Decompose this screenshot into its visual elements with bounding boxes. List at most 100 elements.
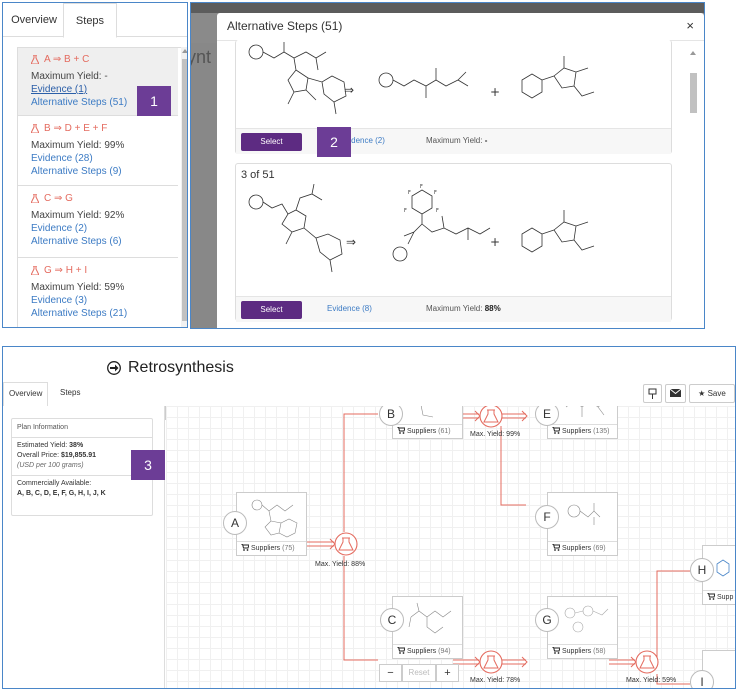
zoom-in-button[interactable]: + [436,664,459,682]
reaction-node[interactable] [334,532,358,556]
plan-information-header: Plan Information [12,419,152,438]
route-canvas[interactable]: Max. Yield: 88% Max. Yield: 99% Max. Yie… [166,406,735,688]
flask-icon [31,124,39,133]
scroll-thumb[interactable] [182,59,187,321]
step-yield: Maximum Yield: - [31,71,108,82]
scroll-up-arrow-icon[interactable] [690,51,696,55]
cart-icon [552,427,560,434]
suppliers-count: (94) [438,648,451,655]
node-label-c: C [380,608,404,632]
select-button[interactable]: Select [241,301,302,319]
suppliers-count: (61) [438,428,451,435]
reaction-node[interactable] [479,650,503,674]
max-yield-label: Maximum Yield: [426,304,483,313]
pin-icon[interactable] [643,384,662,403]
save-label: Save [707,389,726,398]
evidence-link[interactable]: Evidence (28) [31,152,178,165]
max-yield-label: Max. Yield: 59% [626,677,677,684]
node-label-f: F [535,505,559,529]
reaction-node[interactable] [479,406,503,428]
reaction-scheme: ⇒ + [248,42,595,115]
modal-scrollbar[interactable] [688,43,698,328]
email-icon[interactable] [665,384,686,403]
overall-price-value: $19,855.91 [60,452,97,459]
suppliers-count: (135) [593,428,610,435]
zoom-out-button[interactable]: − [379,664,402,682]
tab-overview[interactable]: Overview [3,382,49,406]
step-reaction-text: C ⇒ G [44,193,73,204]
suppliers-label: Supp [717,594,734,601]
star-icon: ★ [698,389,706,398]
alternative-steps-link[interactable]: Alternative Steps (21) [31,307,178,320]
suppliers-link[interactable]: Suppliers (135) [548,424,617,438]
close-icon[interactable]: × [686,18,694,33]
tab-steps[interactable]: Steps [63,3,117,38]
select-button[interactable]: Select [241,133,302,151]
suppliers-count: (75) [282,545,295,552]
step-yield: Maximum Yield: 99% [31,140,125,151]
reaction-arrow: ⇒ [344,83,354,97]
suppliers-label: Suppliers [407,648,437,655]
cart-icon [552,647,560,654]
suppliers-link[interactable]: Suppliers (61) [393,424,462,438]
suppliers-label: Suppliers [562,428,592,435]
max-yield-label: Maximum Yield: [426,136,483,145]
molecule-card-f[interactable]: Suppliers (69) [547,492,618,556]
step-reaction-text: B ⇒ D + E + F [44,123,108,134]
card-footer: Select Evidence (8) Maximum Yield: 88% [236,296,671,322]
step-yield: Maximum Yield: 92% [31,210,125,221]
cart-icon [552,544,560,551]
card-footer: Select Evidence (2) Maximum Yield: - [236,128,671,154]
alternative-steps-link[interactable]: Alternative Steps (9) [31,165,178,178]
callout-badge: 2 [317,127,351,157]
plus-sign: + [490,235,500,249]
molecule-structure [420,406,434,418]
tab-steps[interactable]: Steps [55,382,85,406]
save-button[interactable]: ★ Save [689,384,735,403]
step-item[interactable]: G ⇒ H + I Maximum Yield: 59% Evidence (3… [18,259,178,327]
evidence-link[interactable]: Evidence (8) [327,304,372,313]
alternative-step-card: 3 of 51 ⇒ FFFFF + Select Evidence (8) Ma… [235,163,672,322]
molecule-card-g[interactable]: Suppliers (58) [547,596,618,659]
node-label-a: A [223,511,247,535]
suppliers-link[interactable]: Suppliers (94) [393,644,462,658]
max-yield-value: - [484,136,488,145]
callout-badge: 3 [131,450,165,480]
step-reaction-text: A ⇒ B + C [44,54,90,65]
step-item[interactable]: B ⇒ D + E + F Maximum Yield: 99% Evidenc… [18,117,178,186]
screenshot-root: Overview Steps A ⇒ B + C Maximum Yield: … [0,0,740,692]
alternative-steps-link[interactable]: Alternative Steps (6) [31,235,178,248]
step-reaction: G ⇒ H + I [31,264,178,277]
plus-sign: + [490,85,500,99]
suppliers-link[interactable]: Suppliers (69) [548,541,617,555]
background-header [191,3,704,13]
max-yield: Maximum Yield: - [426,136,487,145]
node-label-g: G [535,608,559,632]
suppliers-link[interactable]: Suppliers (75) [237,541,306,555]
cart-icon [397,427,405,434]
flask-icon [31,266,39,275]
reset-zoom-button[interactable]: Reset [402,664,436,682]
svg-text:F: F [404,208,407,214]
max-yield-value: 88% [484,304,501,313]
step-item[interactable]: C ⇒ G Maximum Yield: 92% Evidence (2) Al… [18,187,178,258]
cart-icon [241,544,249,551]
max-yield-label: Max. Yield: 99% [470,431,521,438]
tab-overview[interactable]: Overview [6,3,62,38]
suppliers-link[interactable]: Supp [703,590,735,604]
max-yield: Maximum Yield: 88% [426,304,501,313]
callout-badge: 1 [137,86,171,116]
step-reaction-text: G ⇒ H + I [44,265,88,276]
reaction-node[interactable] [635,650,659,674]
flask-icon [31,194,39,203]
background-title-fragment: ynt [191,47,212,67]
suppliers-label: Suppliers [562,545,592,552]
suppliers-link[interactable]: Suppliers (58) [548,644,617,658]
scroll-thumb[interactable] [690,73,697,113]
evidence-link[interactable]: Evidence (3) [31,294,178,307]
scroll-up-arrow-icon[interactable] [182,49,187,53]
steps-scrollbar[interactable] [181,47,187,327]
evidence-link[interactable]: Evidence (2) [31,222,178,235]
molecule-card-c[interactable]: Suppliers (94) [392,596,463,659]
suppliers-count: (58) [593,648,606,655]
